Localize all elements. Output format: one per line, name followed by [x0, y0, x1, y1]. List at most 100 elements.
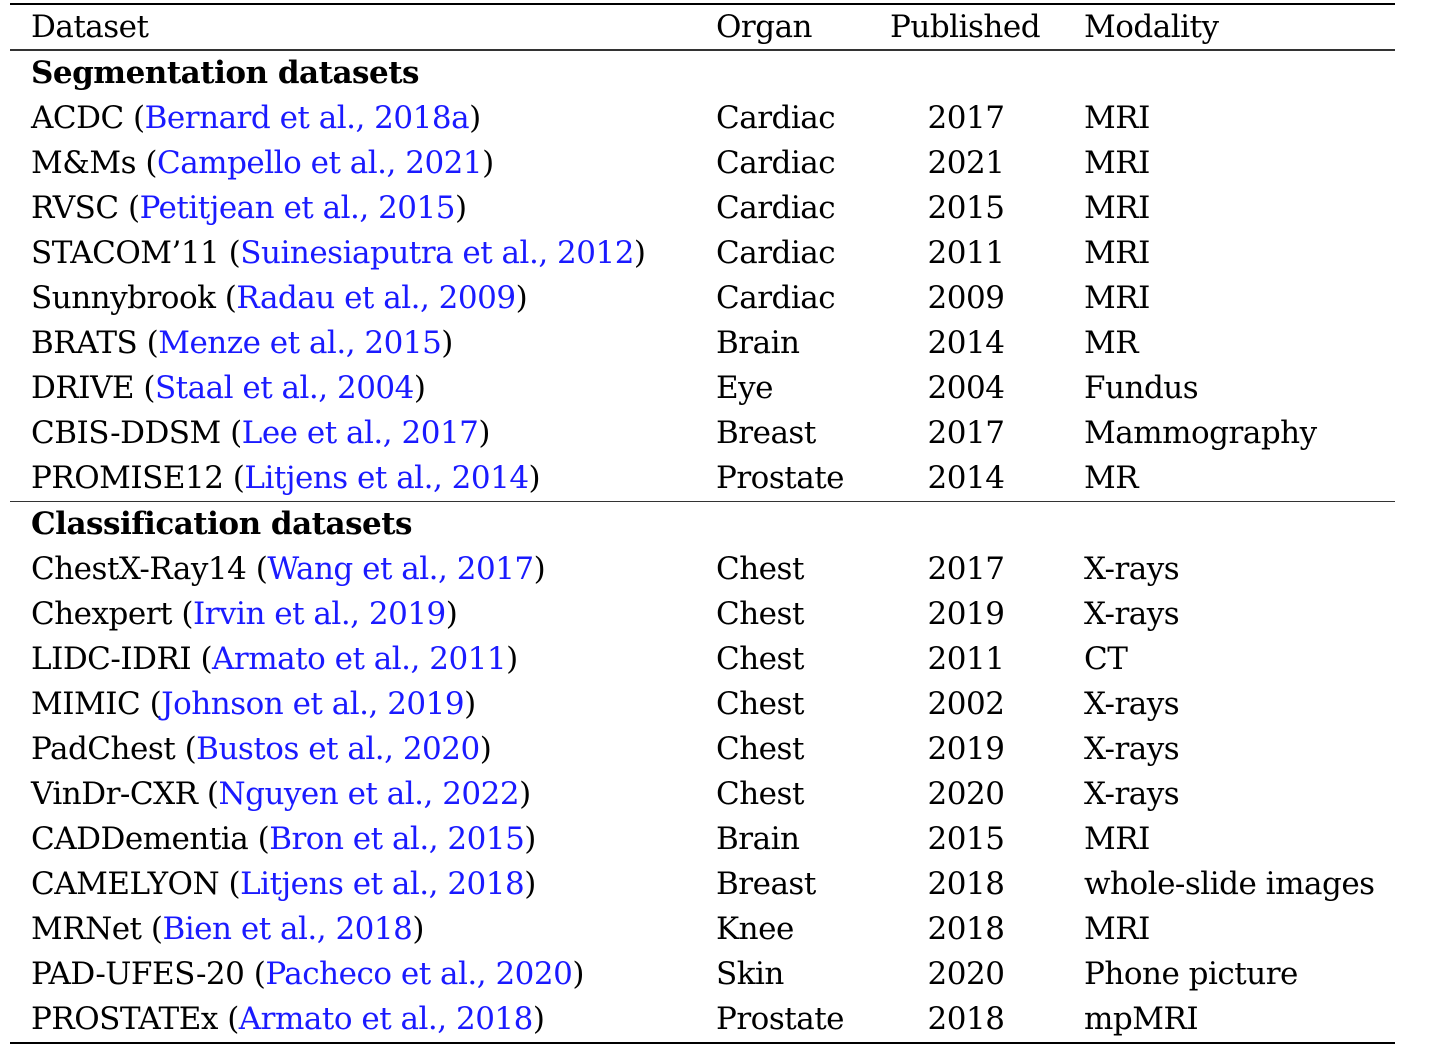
- dataset-cell: DRIVE (Staal et al., 2004): [31, 366, 426, 411]
- organ-cell: Brain: [716, 821, 800, 857]
- citation-link[interactable]: Menze et al., 2015: [158, 325, 442, 361]
- modality-cell: X-rays: [1084, 551, 1180, 587]
- citation-link[interactable]: Campello et al., 2021: [157, 145, 483, 181]
- citation-link[interactable]: Lee et al., 2017: [242, 415, 479, 451]
- citation-link[interactable]: Litjens et al., 2014: [244, 460, 529, 496]
- dataset-cell: Chexpert (Irvin et al., 2019): [31, 592, 458, 637]
- table-body: Segmentation datasets ACDC (Bernard et al…: [10, 51, 1395, 1043]
- open-paren: (: [224, 279, 237, 316]
- published-cell: 2017: [927, 551, 1005, 587]
- dataset-cell: RVSC (Petitjean et al., 2015): [31, 186, 467, 231]
- dataset-name: RVSC: [31, 189, 119, 226]
- open-paren: (: [257, 821, 270, 857]
- citation-link[interactable]: Staal et al., 2004: [155, 370, 414, 406]
- citation-link[interactable]: Bien et al., 2018: [162, 911, 412, 947]
- modality-cell: MRI: [1084, 234, 1150, 271]
- organ-cell: Prostate: [716, 459, 845, 496]
- organ-cell: Chest: [716, 551, 804, 587]
- published-cell: 2020: [927, 776, 1005, 812]
- published-cell: 2020: [927, 956, 1005, 992]
- published-cell: 2014: [927, 324, 1005, 361]
- organ-cell: Chest: [716, 731, 804, 767]
- dataset-cell: PROMISE12 (Litjens et al., 2014): [31, 456, 541, 501]
- citation-link[interactable]: Suinesiaputra et al., 2012: [240, 235, 634, 271]
- close-paren: ): [528, 459, 541, 496]
- dataset-name: CADDementia: [31, 821, 249, 857]
- citation-link[interactable]: Petitjean et al., 2015: [140, 190, 456, 226]
- table-row: STACOM’11 (Suinesiaputra et al., 2012) Ca…: [10, 231, 1395, 276]
- citation-link[interactable]: Johnson et al., 2019: [161, 686, 464, 722]
- organ-cell: Eye: [716, 369, 774, 406]
- close-paren: ): [524, 866, 536, 902]
- published-cell: 2018: [927, 1001, 1005, 1037]
- close-paren: ): [412, 911, 424, 947]
- modality-cell: MRI: [1084, 99, 1150, 136]
- citation-link[interactable]: Bron et al., 2015: [269, 821, 525, 857]
- close-paren: ): [532, 1001, 545, 1037]
- modality-cell: Fundus: [1084, 369, 1199, 406]
- citation-link[interactable]: Armato et al., 2018: [239, 1001, 534, 1037]
- modality-cell: whole-slide images: [1084, 866, 1375, 902]
- citation-link[interactable]: Irvin et al., 2019: [193, 596, 446, 632]
- dataset-name: MIMIC: [31, 686, 141, 722]
- open-paren: (: [232, 459, 245, 496]
- modality-cell: Mammography: [1084, 414, 1317, 451]
- citation-link[interactable]: Bustos et al., 2020: [196, 731, 480, 767]
- section-title-row: Segmentation datasets: [10, 51, 1395, 96]
- dataset-name: PAD-UFES-20: [31, 956, 245, 992]
- table-row: VinDr-CXR (Nguyen et al., 2022) Chest 2020…: [10, 772, 1395, 817]
- dataset-cell: PAD-UFES-20 (Pacheco et al., 2020): [31, 952, 584, 997]
- published-cell: 2009: [927, 279, 1005, 316]
- published-cell: 2014: [927, 459, 1005, 496]
- citation-link[interactable]: Radau et al., 2009: [236, 280, 516, 316]
- table-row: Chexpert (Irvin et al., 2019) Chest 2019 X-…: [10, 592, 1395, 637]
- modality-cell: MR: [1084, 324, 1139, 361]
- dataset-name: PROSTATEx: [31, 1001, 218, 1037]
- header-modality: Modality: [1084, 9, 1219, 45]
- close-paren: ): [454, 189, 467, 226]
- dataset-cell: MIMIC (Johnson et al., 2019): [31, 682, 476, 727]
- open-paren: (: [150, 911, 163, 947]
- citation-link[interactable]: Pacheco et al., 2020: [265, 956, 573, 992]
- citation-link[interactable]: Wang et al., 2017: [267, 551, 534, 587]
- citation-link[interactable]: Litjens et al., 2018: [240, 866, 525, 902]
- dataset-cell: PadChest (Bustos et al., 2020): [31, 727, 492, 772]
- modality-cell: MR: [1084, 459, 1139, 496]
- dataset-name: M&Ms: [31, 144, 137, 181]
- organ-cell: Cardiac: [716, 144, 836, 181]
- citation-link[interactable]: Armato et al., 2011: [212, 641, 507, 677]
- dataset-cell: CADDementia (Bron et al., 2015): [31, 817, 536, 862]
- open-paren: (: [228, 234, 241, 271]
- close-paren: ): [478, 414, 490, 451]
- published-cell: 2017: [927, 99, 1005, 136]
- dataset-name: LIDC-IDRI: [31, 641, 192, 677]
- citation-link[interactable]: Nguyen et al., 2022: [218, 776, 519, 812]
- modality-cell: X-rays: [1084, 776, 1180, 812]
- modality-cell: X-rays: [1084, 686, 1180, 722]
- open-paren: (: [253, 956, 266, 992]
- organ-cell: Skin: [716, 956, 784, 992]
- dataset-cell: M&Ms (Campello et al., 2021): [31, 141, 494, 186]
- open-paren: (: [184, 731, 197, 767]
- dataset-cell: STACOM’11 (Suinesiaputra et al., 2012): [31, 231, 646, 276]
- table-row: DRIVE (Staal et al., 2004) Eye 2004 Fundus: [10, 366, 1395, 411]
- section-title-row: Classification datasets: [10, 502, 1395, 547]
- close-paren: ): [479, 731, 492, 767]
- dataset-name: PadChest: [31, 731, 176, 767]
- close-paren: ): [633, 234, 646, 271]
- organ-cell: Cardiac: [716, 234, 836, 271]
- open-paren: (: [230, 414, 242, 451]
- dataset-name: CAMELYON: [31, 866, 220, 902]
- dataset-cell: ACDC (Bernard et al., 2018a): [31, 96, 481, 141]
- table-row: PROMISE12 (Litjens et al., 2014) Prostate…: [10, 456, 1395, 501]
- open-paren: (: [181, 596, 193, 632]
- organ-cell: Chest: [716, 596, 804, 632]
- citation-link[interactable]: Bernard et al., 2018a: [145, 100, 470, 136]
- close-paren: ): [464, 686, 476, 722]
- close-paren: ): [515, 279, 528, 316]
- open-paren: (: [228, 866, 241, 902]
- close-paren: ): [469, 99, 481, 136]
- close-paren: ): [533, 551, 546, 587]
- published-cell: 2019: [927, 596, 1005, 632]
- published-cell: 2004: [927, 369, 1005, 406]
